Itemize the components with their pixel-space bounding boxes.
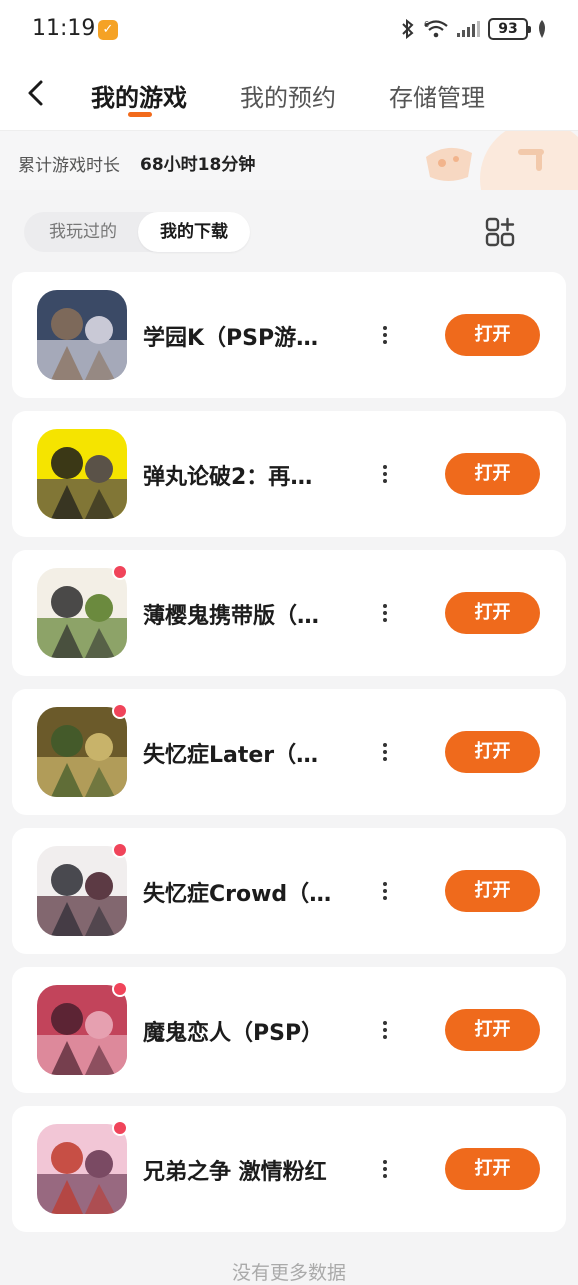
game-card[interactable]: 失忆症Crowd（PSP） 打开	[12, 828, 566, 954]
filter-played[interactable]: 我玩过的	[24, 212, 142, 252]
active-tab-indicator	[128, 112, 152, 117]
game-title[interactable]: 薄樱鬼携带版（PSP）	[143, 598, 333, 630]
grid-add-icon[interactable]	[484, 216, 516, 248]
game-title[interactable]: 学园K（PSP游戏）	[143, 320, 333, 352]
open-game-button[interactable]: 打开	[445, 453, 540, 495]
status-bar: 11:19 ✓ 6 93	[0, 0, 578, 58]
update-dot-badge	[112, 981, 128, 997]
segment-control: 我玩过的 我的下载	[24, 212, 250, 252]
no-more-data-text: 没有更多数据	[231, 1262, 346, 1284]
status-time: 11:19	[32, 16, 96, 41]
top-area: 11:19 ✓ 6 93 我的游戏 我的预约 存储管理	[0, 0, 578, 130]
leaf-icon	[539, 20, 545, 38]
update-dot-badge	[112, 1120, 128, 1136]
open-game-button[interactable]: 打开	[445, 731, 540, 773]
game-icon-amnesia-later[interactable]	[37, 707, 127, 797]
game-card[interactable]: 学园K（PSP游戏） 打开	[12, 272, 566, 398]
battery-indicator: 93	[488, 18, 531, 40]
game-card[interactable]: 失忆症Later（PSP） 打开	[12, 689, 566, 815]
bluetooth-icon	[402, 19, 414, 39]
playtime-banner: 累计游戏时长 68小时18分钟	[0, 130, 578, 190]
game-icon-amnesia-crowd[interactable]	[37, 846, 127, 936]
more-options-icon[interactable]	[377, 1154, 393, 1184]
game-title[interactable]: 失忆症Later（PSP）	[143, 737, 333, 769]
signal-icon	[457, 21, 480, 37]
game-title[interactable]: 兄弟之争 激情粉红	[143, 1154, 333, 1186]
game-icon-hakuoki[interactable]	[37, 568, 127, 658]
more-options-icon[interactable]	[377, 320, 393, 350]
more-options-icon[interactable]	[377, 737, 393, 767]
more-options-icon[interactable]	[377, 1015, 393, 1045]
playtime-value: 68小时18分钟	[140, 155, 256, 175]
tab-my-games[interactable]: 我的游戏	[91, 78, 187, 113]
more-options-icon[interactable]	[377, 598, 393, 628]
open-game-button[interactable]: 打开	[445, 314, 540, 356]
nav-bar: 我的游戏 我的预约 存储管理	[0, 58, 578, 130]
game-icon-danganronpa[interactable]	[37, 429, 127, 519]
game-title[interactable]: 弹丸论破2：再见绝望学园	[143, 459, 333, 491]
more-options-icon[interactable]	[377, 459, 393, 489]
game-icon-diabolik-lovers[interactable]	[37, 985, 127, 1075]
status-icons: 6 93	[401, 18, 548, 40]
tab-storage-management[interactable]: 存储管理	[389, 78, 485, 113]
more-options-icon[interactable]	[377, 876, 393, 906]
game-card[interactable]: 兄弟之争 激情粉红 打开	[12, 1106, 566, 1232]
game-icon-k-academy[interactable]	[37, 290, 127, 380]
network-superscript: 6	[424, 20, 429, 29]
game-title[interactable]: 失忆症Crowd（PSP）	[143, 876, 333, 908]
open-game-button[interactable]: 打开	[445, 592, 540, 634]
app-notification-icon: ✓	[98, 20, 118, 40]
open-game-button[interactable]: 打开	[445, 870, 540, 912]
filter-downloaded[interactable]: 我的下载	[138, 212, 250, 252]
gamepad-decoration-icon	[426, 131, 578, 190]
back-arrow-icon[interactable]	[22, 78, 52, 108]
update-dot-badge	[112, 564, 128, 580]
game-card[interactable]: 弹丸论破2：再见绝望学园 打开	[12, 411, 566, 537]
game-icon-brothers-conflict[interactable]	[37, 1124, 127, 1214]
game-card[interactable]: 薄樱鬼携带版（PSP） 打开	[12, 550, 566, 676]
game-title[interactable]: 魔鬼恋人（PSP）	[143, 1015, 333, 1047]
open-game-button[interactable]: 打开	[445, 1009, 540, 1051]
open-game-button[interactable]: 打开	[445, 1148, 540, 1190]
tab-my-reservations[interactable]: 我的预约	[240, 78, 336, 113]
playtime-label: 累计游戏时长	[18, 156, 120, 176]
game-list: 学园K（PSP游戏）打开弹丸论破2：再见绝望学园打开薄樱鬼携带版（PSP）打开失…	[12, 272, 566, 1245]
update-dot-badge	[112, 703, 128, 719]
game-card[interactable]: 魔鬼恋人（PSP） 打开	[12, 967, 566, 1093]
update-dot-badge	[112, 842, 128, 858]
wifi-icon: 6	[424, 20, 448, 38]
